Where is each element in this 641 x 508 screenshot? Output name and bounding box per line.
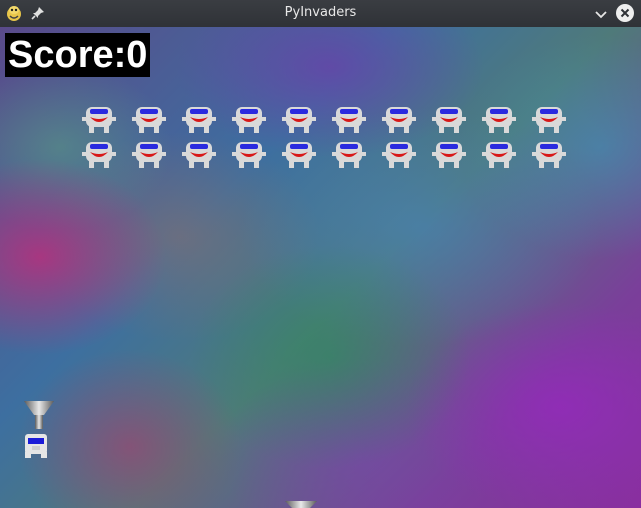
invader-sprite bbox=[82, 142, 116, 168]
pin-icon[interactable] bbox=[30, 5, 46, 21]
invader-sprite bbox=[282, 142, 316, 168]
invader-sprite bbox=[332, 107, 366, 133]
chevron-down-icon[interactable] bbox=[592, 5, 610, 23]
invader-sprite bbox=[432, 107, 466, 133]
invader-sprite bbox=[182, 142, 216, 168]
invader-sprite bbox=[382, 107, 416, 133]
window-title: PyInvaders bbox=[284, 5, 357, 20]
invader-sprite bbox=[182, 107, 216, 133]
game-canvas[interactable]: Score:0 bbox=[0, 27, 641, 508]
close-icon[interactable] bbox=[615, 3, 635, 23]
invader-sprite bbox=[432, 142, 466, 168]
invader-sprite bbox=[282, 107, 316, 133]
invader-sprite bbox=[532, 107, 566, 133]
invader-sprite bbox=[482, 142, 516, 168]
invader-sprite bbox=[232, 107, 266, 133]
game-window: PyInvaders Score:0 bbox=[0, 0, 641, 508]
shield-bunker bbox=[24, 401, 54, 429]
pygame-snake-icon bbox=[7, 6, 21, 21]
title-bar[interactable]: PyInvaders bbox=[0, 0, 641, 27]
invader-sprite bbox=[82, 107, 116, 133]
shield-bunker-partial bbox=[285, 501, 317, 508]
invader-sprite bbox=[132, 142, 166, 168]
invader-sprite bbox=[132, 107, 166, 133]
score-display: Score:0 bbox=[5, 33, 151, 77]
invader-sprite bbox=[382, 142, 416, 168]
invader-sprite bbox=[332, 142, 366, 168]
player-ship bbox=[25, 434, 47, 458]
invader-sprite bbox=[532, 142, 566, 168]
invader-sprite bbox=[482, 107, 516, 133]
invader-sprite bbox=[232, 142, 266, 168]
